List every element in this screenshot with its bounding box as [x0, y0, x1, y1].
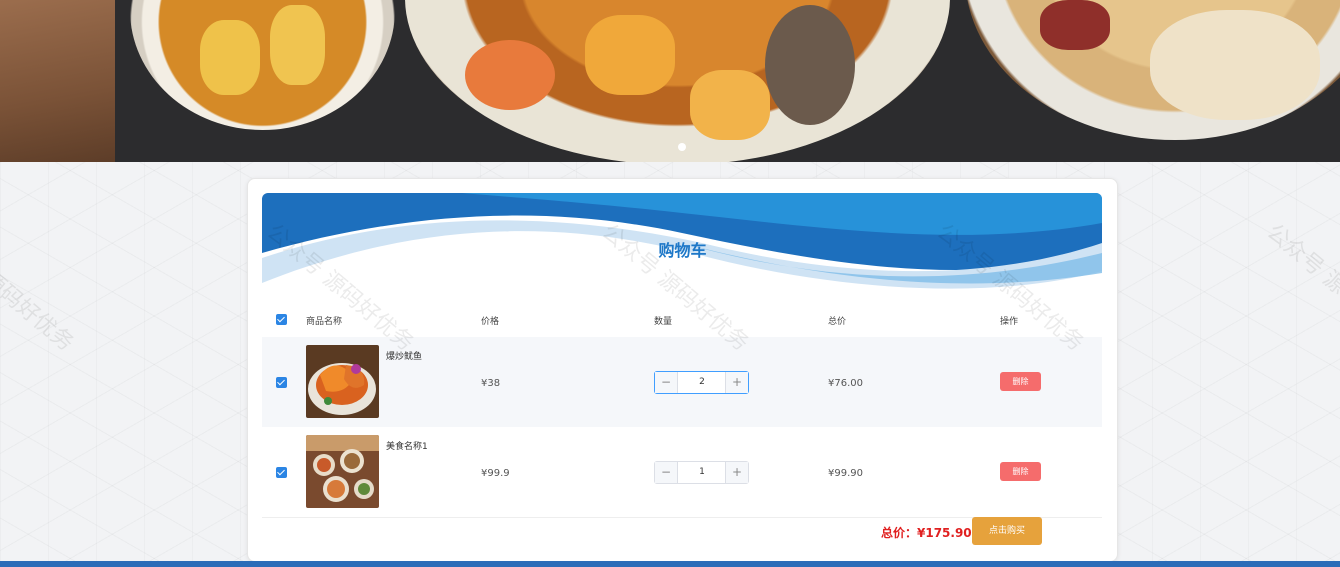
item-checkbox[interactable] — [276, 377, 287, 388]
product-thumbnail[interactable] — [306, 435, 379, 508]
banner-bowl-curry — [130, 0, 395, 130]
banner-tofu — [585, 15, 675, 95]
product-name[interactable]: 美食名称1 — [386, 439, 428, 452]
quantity-input[interactable]: 1 — [678, 462, 726, 483]
quantity-input[interactable]: 2 — [678, 372, 726, 393]
item-checkbox[interactable] — [276, 467, 287, 478]
delete-button[interactable]: 删除 — [1000, 372, 1041, 391]
header-action: 操作 — [1000, 317, 1019, 327]
banner-dumplings — [1150, 10, 1320, 120]
product-name[interactable]: 爆炒鱿鱼 — [386, 349, 422, 362]
header-quantity: 数量 — [654, 317, 673, 327]
select-all-checkbox[interactable] — [276, 314, 287, 325]
cart-title: 购物车 — [658, 241, 707, 260]
banner-shrimp — [465, 40, 555, 110]
cart-total: 总价：¥175.90 — [881, 526, 972, 540]
item-subtotal: ¥76.00 — [828, 378, 863, 389]
header-price: 价格 — [481, 317, 500, 327]
cart-table-header: 商品名称 价格 数量 总价 操作 — [262, 307, 1102, 335]
quantity-stepper: − 2 + — [654, 371, 749, 394]
item-subtotal: ¥99.90 — [828, 468, 863, 479]
banner-clams — [765, 5, 855, 125]
decrease-quantity-button[interactable]: − — [655, 372, 678, 393]
footer-bar — [0, 561, 1340, 567]
increase-quantity-button[interactable]: + — [725, 462, 748, 483]
cart-row: 美食名称1 ¥99.9 − 1 + ¥99.90 删除 — [262, 427, 1102, 518]
cart-card: 购物车 商品名称 价格 数量 总价 操作 爆炒鱿鱼 ¥38 − 2 + ¥76.… — [247, 178, 1118, 562]
product-price: ¥38 — [481, 378, 501, 389]
product-thumbnail[interactable] — [306, 345, 379, 418]
header-product-name: 商品名称 — [306, 317, 343, 327]
increase-quantity-button[interactable]: + — [725, 372, 748, 393]
banner-meat — [1040, 0, 1110, 50]
banner-food-item — [200, 20, 260, 95]
banner-tofu — [690, 70, 770, 140]
decrease-quantity-button[interactable]: − — [655, 462, 678, 483]
product-price: ¥99.9 — [481, 468, 510, 479]
checkout-button[interactable]: 点击购买 — [972, 517, 1042, 545]
delete-button[interactable]: 删除 — [1000, 462, 1041, 481]
hero-banner — [0, 0, 1340, 162]
cart-row: 爆炒鱿鱼 ¥38 − 2 + ¥76.00 删除 — [262, 337, 1102, 427]
banner-wood-board — [0, 0, 115, 162]
carousel-indicator-dot[interactable] — [678, 143, 686, 151]
banner-food-item — [270, 5, 325, 85]
quantity-stepper: − 1 + — [654, 461, 749, 484]
header-total: 总价 — [828, 317, 847, 327]
